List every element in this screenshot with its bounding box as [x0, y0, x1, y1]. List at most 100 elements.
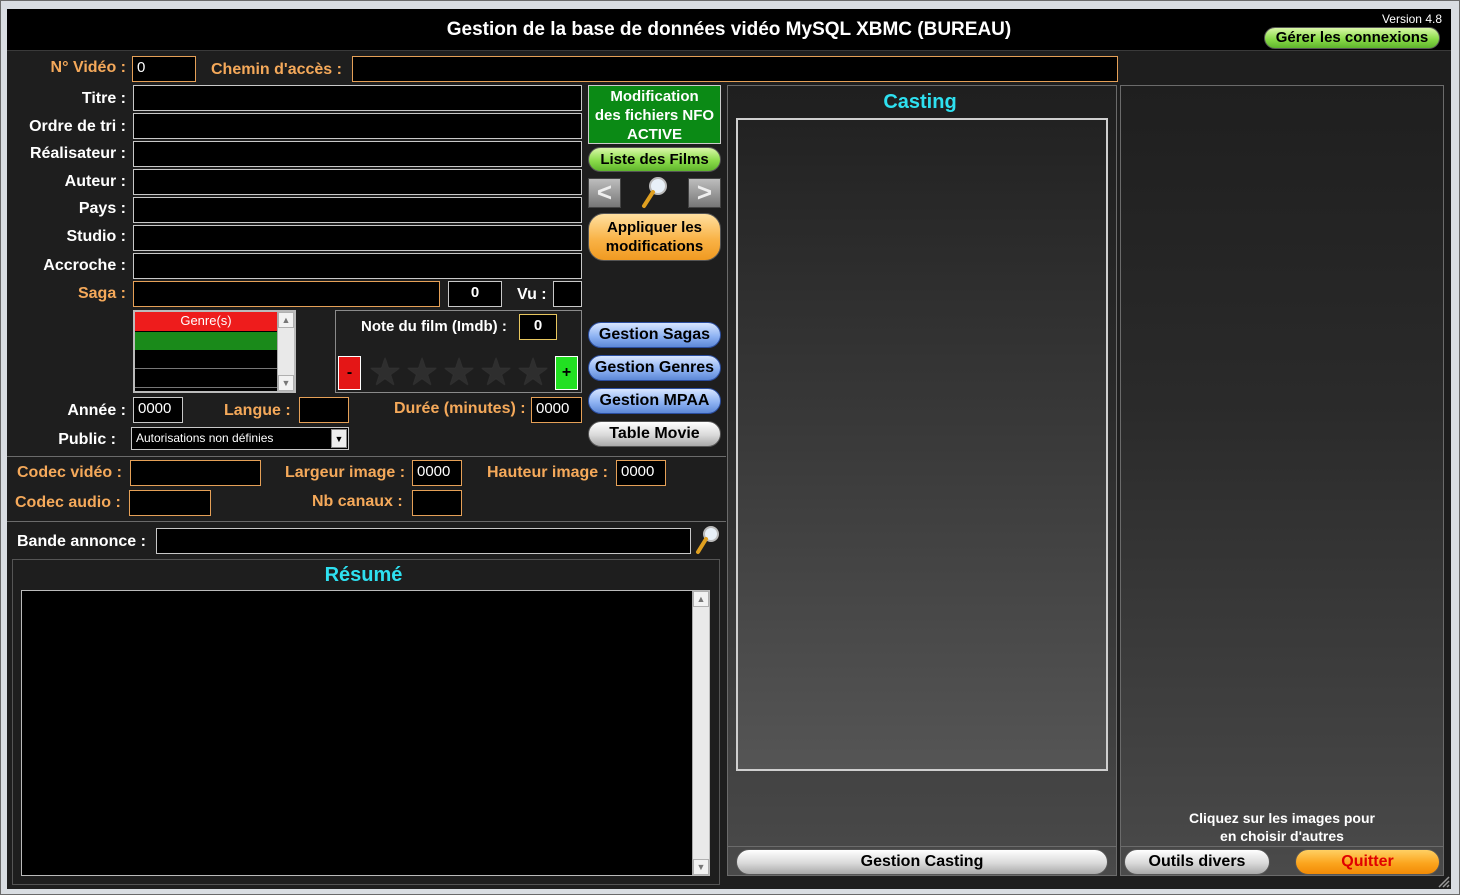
rating-field[interactable]: 0	[519, 314, 557, 340]
star-icon[interactable]: ★	[442, 353, 476, 393]
title-bar: Gestion de la base de données vidéo MySQ…	[7, 9, 1451, 51]
tagline-label: Accroche :	[43, 257, 126, 274]
trailer-label: Bande annonce :	[17, 533, 146, 550]
trailer-search-icon[interactable]	[694, 524, 722, 556]
manage-sagas-button[interactable]: Gestion Sagas	[588, 322, 721, 348]
star-icon[interactable]: ★	[405, 353, 439, 393]
nfo-mode-button[interactable]: Modification des fichiers NFO ACTIVE	[588, 85, 721, 144]
manage-casting-button[interactable]: Gestion Casting	[736, 849, 1108, 875]
nfo-line-2: des fichiers NFO	[594, 107, 715, 124]
resize-grip-icon[interactable]	[1436, 874, 1450, 888]
images-hint-line-2: en choisir d'autres	[1220, 828, 1344, 844]
version-label: Version 4.8	[1381, 12, 1442, 26]
year-field[interactable]: 0000	[133, 397, 183, 423]
manage-mpaa-button[interactable]: Gestion MPAA	[588, 388, 721, 414]
year-label: Année :	[67, 402, 126, 419]
manage-connections-button[interactable]: Gérer les connexions	[1264, 27, 1440, 49]
audio-codec-field[interactable]	[129, 490, 211, 516]
separator	[727, 846, 1117, 847]
film-list-button[interactable]: Liste des Films	[588, 147, 721, 172]
sort-field[interactable]	[133, 113, 582, 139]
studio-label: Studio :	[66, 228, 126, 245]
path-field[interactable]	[352, 56, 1118, 82]
rating-label: Note du film (Imdb) :	[361, 318, 507, 335]
separator	[1120, 846, 1444, 847]
public-select[interactable]: Autorisations non définies ▼	[131, 427, 349, 450]
apply-changes-button[interactable]: Appliquer les modifications	[588, 213, 721, 261]
saga-count-field[interactable]: 0	[448, 281, 502, 307]
genre-row-green[interactable]	[135, 332, 277, 350]
language-label: Langue :	[224, 402, 291, 419]
director-field[interactable]	[133, 141, 582, 167]
star-icon[interactable]: ★	[479, 353, 513, 393]
chevron-right-icon[interactable]: >	[688, 178, 721, 208]
tools-button[interactable]: Outils divers	[1124, 849, 1270, 875]
studio-field[interactable]	[133, 225, 582, 251]
app-title: Gestion de la base de données vidéo MySQ…	[446, 19, 1012, 40]
table-movie-button[interactable]: Table Movie	[588, 421, 721, 447]
casting-title: Casting	[883, 91, 957, 113]
search-icon[interactable]	[640, 176, 670, 210]
sort-label: Ordre de tri :	[29, 118, 126, 135]
summary-textarea[interactable]: ▲ ▼	[21, 590, 710, 876]
saga-label: Saga :	[77, 285, 126, 302]
tagline-field[interactable]	[133, 253, 582, 279]
dropdown-icon[interactable]: ▼	[331, 429, 347, 448]
star-icon[interactable]: ★	[516, 353, 550, 393]
scroll-up-icon[interactable]: ▲	[693, 591, 709, 607]
quit-button[interactable]: Quitter	[1295, 849, 1440, 875]
height-label: Hauteur image :	[487, 464, 608, 481]
rating-minus-button[interactable]: -	[338, 356, 361, 390]
director-label: Réalisateur :	[29, 145, 126, 162]
nfo-line-1: Modification	[610, 88, 699, 105]
genres-scrollbar[interactable]: ▲ ▼	[277, 312, 294, 391]
public-label: Public :	[58, 431, 116, 448]
apply-line-2: modifications	[605, 238, 704, 255]
duration-label: Durée (minutes) :	[394, 400, 526, 417]
author-field[interactable]	[133, 169, 582, 195]
public-select-value: Autorisations non définies	[136, 431, 274, 445]
genres-list[interactable]: Genre(s) ▲ ▼	[133, 310, 296, 393]
images-hint-line-1: Cliquez sur les images pour	[1189, 810, 1375, 826]
audio-codec-label: Codec audio :	[15, 494, 121, 511]
chevron-left-icon[interactable]: <	[588, 178, 621, 208]
summary-scrollbar[interactable]: ▲ ▼	[692, 591, 709, 875]
video-codec-label: Codec vidéo :	[17, 464, 122, 481]
channels-field[interactable]	[412, 490, 462, 516]
casting-list[interactable]	[736, 118, 1108, 771]
seen-label: Vu :	[517, 286, 547, 303]
separator	[7, 521, 726, 522]
path-label: Chemin d'accès :	[211, 61, 342, 78]
images-panel[interactable]	[1120, 85, 1444, 876]
title-label: Titre :	[81, 90, 126, 107]
language-field[interactable]	[299, 397, 349, 423]
scroll-down-icon[interactable]: ▼	[278, 375, 294, 391]
scroll-down-icon[interactable]: ▼	[693, 859, 709, 875]
height-field[interactable]: 0000	[616, 460, 666, 486]
star-icon[interactable]: ★	[368, 353, 402, 393]
genre-row[interactable]	[135, 370, 277, 388]
images-hint: Cliquez sur les images pour en choisir d…	[1120, 809, 1444, 845]
genre-row[interactable]	[135, 351, 277, 369]
channels-label: Nb canaux :	[312, 493, 403, 510]
width-label: Largeur image :	[285, 464, 406, 481]
video-number-label: N° Vidéo :	[50, 59, 126, 76]
manage-genres-button[interactable]: Gestion Genres	[588, 355, 721, 381]
separator	[7, 456, 726, 457]
rating-plus-button[interactable]: +	[555, 356, 578, 390]
apply-line-1: Appliquer les	[606, 219, 703, 236]
trailer-field[interactable]	[156, 528, 691, 554]
width-field[interactable]: 0000	[412, 460, 462, 486]
scroll-up-icon[interactable]: ▲	[278, 312, 294, 328]
country-label: Pays :	[78, 200, 126, 217]
saga-field[interactable]	[133, 281, 440, 307]
author-label: Auteur :	[64, 173, 126, 190]
video-codec-field[interactable]	[130, 460, 261, 486]
seen-field[interactable]	[553, 281, 582, 307]
duration-field[interactable]: 0000	[531, 397, 582, 423]
nfo-line-3: ACTIVE	[626, 126, 682, 143]
video-number-field[interactable]: 0	[132, 56, 196, 82]
country-field[interactable]	[133, 197, 582, 223]
genres-header: Genre(s)	[135, 312, 277, 331]
title-field[interactable]	[133, 85, 582, 111]
